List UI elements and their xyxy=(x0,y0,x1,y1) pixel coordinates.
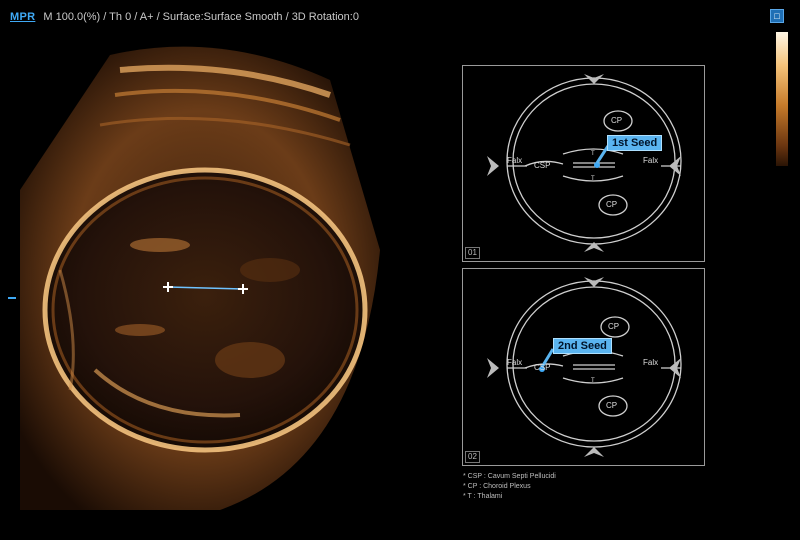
seed-2-label: 2nd Seed xyxy=(553,338,612,354)
csp-label: CSP xyxy=(534,363,551,372)
legend-item: * CSP : Cavum Septi Pellucidi xyxy=(463,473,556,480)
screen-toggle-icon[interactable]: □ xyxy=(770,9,784,23)
thalamus-top-label: T xyxy=(591,151,595,157)
csp-label: CSP xyxy=(534,161,551,170)
cp-top-label: CP xyxy=(608,322,620,331)
falx-left-label: Falx xyxy=(507,358,523,367)
thalamus-label: T xyxy=(591,378,595,384)
panel-number-2: 02 xyxy=(465,451,480,463)
mpr-header: MPR M 100.0(%) / Th 0 / A+ / Surface:Sur… xyxy=(10,9,359,25)
thalamus-bottom-label: T xyxy=(591,176,595,182)
guide-panel-1: Falx Falx CSP CP CP T T 1st Seed 01 xyxy=(462,65,705,262)
panel2-diagram xyxy=(487,277,682,457)
abbreviation-legend: * CSP : Cavum Septi Pellucidi * CP : Cho… xyxy=(463,472,556,502)
falx-right-label: Falx xyxy=(643,358,659,367)
render-params-text: M 100.0(%) / Th 0 / A+ / Surface:Surface… xyxy=(43,11,359,23)
legend-item: * T : Thalami xyxy=(463,493,503,500)
guide-panel-2: Falx Falx CSP CP CP T 2nd Seed 02 xyxy=(462,268,705,466)
falx-left-label: Falx xyxy=(507,156,523,165)
gray-map-bar-icon xyxy=(776,32,788,166)
falx-right-label: Falx xyxy=(643,156,659,165)
cp-bottom-label: CP xyxy=(606,401,618,410)
cp-bottom-label: CP xyxy=(606,200,618,209)
panel1-diagram xyxy=(487,74,682,252)
seed-1-label: 1st Seed xyxy=(607,135,663,151)
cp-top-label: CP xyxy=(611,116,623,125)
depth-marker xyxy=(8,297,16,299)
ultrasound-image[interactable] xyxy=(0,40,400,510)
legend-item: * CP : Choroid Plexus xyxy=(463,483,531,490)
mpr-mode-label[interactable]: MPR xyxy=(10,11,35,23)
panel-number-1: 01 xyxy=(465,247,480,259)
